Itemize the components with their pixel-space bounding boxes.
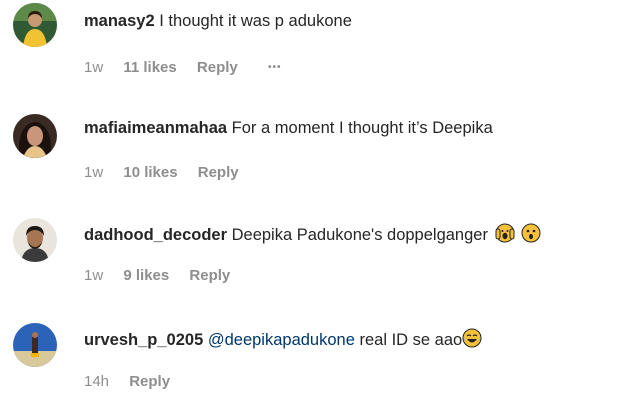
mention-link[interactable]: @deepikapadukone [208, 331, 355, 349]
comment-meta: 14h Reply [84, 373, 186, 391]
comment-item: manasy2 I thought it was p adukone 1w 11… [0, 0, 640, 100]
avatar[interactable] [13, 114, 57, 158]
comment-line: dadhood_decoder Deepika Padukone's doppe… [84, 223, 541, 248]
comment-username[interactable]: mafiaimeanmahaa [84, 119, 227, 137]
avatar[interactable] [13, 3, 57, 47]
comment-time[interactable]: 1w [84, 59, 103, 77]
comment-likes[interactable]: 9 likes [123, 267, 169, 285]
comment-likes[interactable]: 11 likes [123, 59, 176, 77]
comment-time[interactable]: 1w [84, 267, 103, 285]
comment-text: I thought it was p adukone [159, 12, 352, 30]
comment-line: urvesh_p_0205 @deepikapadukone real ID s… [84, 328, 482, 353]
tears-of-joy-emoji [462, 328, 482, 353]
avatar[interactable] [13, 218, 57, 262]
comment-time[interactable]: 1w [84, 164, 103, 182]
comment-username[interactable]: urvesh_p_0205 [84, 331, 203, 349]
comment-likes[interactable]: 10 likes [123, 164, 177, 182]
comment-meta: 1w 10 likes Reply [84, 164, 255, 182]
comment-item: dadhood_decoder Deepika Padukone's doppe… [0, 210, 640, 310]
comment-item: urvesh_p_0205 @deepikapadukone real ID s… [0, 315, 640, 415]
comment-username[interactable]: manasy2 [84, 12, 155, 30]
comment-meta: 1w 11 likes Reply ••• [84, 59, 297, 77]
screaming-in-fear-emoji [495, 223, 515, 248]
comment-line: mafiaimeanmahaa For a moment I thought i… [84, 118, 493, 138]
comment-time[interactable]: 14h [84, 373, 109, 391]
reply-button[interactable]: Reply [189, 267, 230, 285]
comment-item: mafiaimeanmahaa For a moment I thought i… [0, 105, 640, 205]
astonished-face-emoji [521, 223, 541, 248]
comment-text: Deepika Padukone's doppelganger [231, 226, 488, 244]
comment-username[interactable]: dadhood_decoder [84, 226, 227, 244]
comment-text: For a moment I thought it’s Deepika [231, 119, 493, 137]
more-options-icon[interactable]: ••• [268, 59, 282, 77]
avatar[interactable] [13, 323, 57, 367]
reply-button[interactable]: Reply [129, 373, 170, 391]
reply-button[interactable]: Reply [197, 59, 238, 77]
comment-meta: 1w 9 likes Reply [84, 267, 246, 285]
comment-line: manasy2 I thought it was p adukone [84, 11, 352, 31]
reply-button[interactable]: Reply [198, 164, 239, 182]
comment-text: real ID se aao [359, 331, 463, 349]
